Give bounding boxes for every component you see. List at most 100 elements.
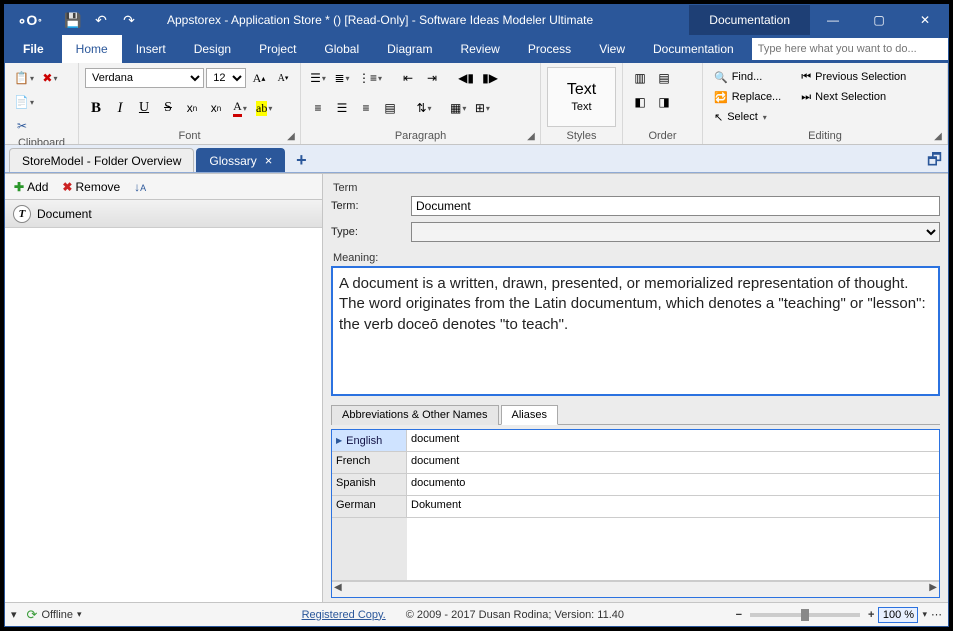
send-back-button[interactable]: ◨: [653, 91, 675, 113]
tab-documentation[interactable]: Documentation: [639, 35, 748, 63]
align-right-button[interactable]: ≡: [355, 97, 377, 119]
zoom-dropdown[interactable]: ▾: [922, 609, 927, 620]
tab-project[interactable]: Project: [245, 35, 310, 63]
alias-row[interactable]: Frenchdocument: [332, 452, 939, 474]
plus-icon: ✚: [14, 180, 24, 194]
shrink-font-button[interactable]: A▾: [272, 67, 294, 89]
bring-forward-button[interactable]: ▥: [629, 67, 651, 89]
font-launcher[interactable]: ◢: [284, 129, 298, 143]
alias-value[interactable]: documento: [407, 474, 939, 495]
superscript-button[interactable]: xn: [205, 97, 227, 119]
underline-button[interactable]: U: [133, 97, 155, 119]
registered-link[interactable]: Registered Copy.: [302, 609, 386, 621]
strikethrough-button[interactable]: S: [157, 97, 179, 119]
alias-value[interactable]: document: [407, 430, 939, 451]
bold-button[interactable]: B: [85, 97, 107, 119]
documentation-pill[interactable]: Documentation: [689, 5, 810, 35]
increase-indent-button[interactable]: ⇥: [421, 67, 443, 89]
doctab-store-model[interactable]: StoreModel - Folder Overview: [9, 148, 194, 172]
zoom-more[interactable]: ⋯: [931, 608, 942, 621]
indent-button[interactable]: ▮▶: [479, 67, 501, 89]
new-tab-button[interactable]: +: [291, 150, 311, 170]
grow-font-button[interactable]: A▴: [248, 67, 270, 89]
tab-global[interactable]: Global: [310, 35, 373, 63]
highlight-button[interactable]: ab: [253, 97, 275, 119]
align-center-button[interactable]: ☰: [331, 97, 353, 119]
save-button[interactable]: 💾: [61, 9, 85, 31]
tab-diagram[interactable]: Diagram: [373, 35, 446, 63]
sort-button[interactable]: ↓A: [131, 179, 149, 195]
font-color-button[interactable]: A: [229, 97, 251, 119]
close-icon[interactable]: ×: [265, 153, 273, 168]
subscript-button[interactable]: xn: [181, 97, 203, 119]
editing-launcher[interactable]: ◢: [931, 129, 945, 143]
zoom-slider[interactable]: [750, 613, 860, 617]
status-menu-icon[interactable]: ▾: [11, 608, 17, 621]
tab-process[interactable]: Process: [514, 35, 585, 63]
paragraph-launcher[interactable]: ◢: [524, 129, 538, 143]
term-list[interactable]: T Document: [5, 200, 322, 602]
send-backward-button[interactable]: ▤: [653, 67, 675, 89]
text-style-button[interactable]: Text Text: [547, 67, 616, 127]
tab-view[interactable]: View: [585, 35, 639, 63]
subtab-aliases[interactable]: Aliases: [501, 405, 558, 425]
bring-front-button[interactable]: ◧: [629, 91, 651, 113]
tab-design[interactable]: Design: [180, 35, 245, 63]
select-button[interactable]: ↖Select: [709, 107, 786, 127]
previous-selection-button[interactable]: ⏮Previous Selection: [796, 67, 911, 87]
alias-value[interactable]: document: [407, 452, 939, 473]
align-left-button[interactable]: ≡: [307, 97, 329, 119]
doctab-glossary[interactable]: Glossary×: [196, 148, 285, 172]
alias-row[interactable]: Spanishdocumento: [332, 474, 939, 496]
redo-button[interactable]: ↷: [117, 9, 141, 31]
alias-grid[interactable]: EnglishdocumentFrenchdocumentSpanishdocu…: [331, 429, 940, 598]
maximize-button[interactable]: ▢: [856, 5, 902, 35]
alias-value[interactable]: Dokument: [407, 496, 939, 517]
add-term-button[interactable]: ✚Add: [11, 179, 51, 195]
close-button[interactable]: ✕: [902, 5, 948, 35]
next-selection-button[interactable]: ⏭Next Selection: [796, 87, 911, 107]
type-select[interactable]: [411, 222, 940, 242]
offline-button[interactable]: ⟳ Offline ▾: [27, 607, 82, 623]
tab-home[interactable]: Home: [62, 35, 122, 63]
borders-button[interactable]: ▦: [447, 97, 469, 119]
line-spacing-button[interactable]: ⇅: [413, 97, 435, 119]
font-size-combo[interactable]: 12: [206, 68, 246, 88]
term-item-document[interactable]: T Document: [5, 200, 322, 228]
find-button[interactable]: 🔍Find...: [709, 67, 786, 87]
tab-insert[interactable]: Insert: [122, 35, 180, 63]
zoom-in-button[interactable]: +: [868, 609, 874, 621]
outdent-button[interactable]: ◀▮: [455, 67, 477, 89]
numbering-button[interactable]: ≣: [331, 67, 353, 89]
scissors-icon[interactable]: ✂: [11, 115, 33, 137]
float-window-button[interactable]: 🗗: [927, 149, 942, 176]
tab-review[interactable]: Review: [446, 35, 513, 63]
copy-button[interactable]: 📄: [11, 91, 37, 113]
decrease-indent-button[interactable]: ⇤: [397, 67, 419, 89]
justify-button[interactable]: ▤: [379, 97, 401, 119]
bullets-button[interactable]: ☰: [307, 67, 329, 89]
font-name-combo[interactable]: Verdana: [85, 68, 204, 88]
search-input[interactable]: [752, 38, 948, 60]
alias-row[interactable]: Englishdocument: [332, 430, 939, 452]
term-input[interactable]: [411, 196, 940, 216]
paste-button[interactable]: 📋: [11, 67, 37, 89]
zoom-value-input[interactable]: [878, 607, 918, 623]
meaning-textarea[interactable]: [331, 266, 940, 396]
undo-button[interactable]: ↶: [89, 9, 113, 31]
cut-button[interactable]: ✖: [39, 67, 61, 89]
tab-file[interactable]: File: [5, 35, 62, 63]
alias-row[interactable]: GermanDokument: [332, 496, 939, 518]
replace-button[interactable]: 🔁Replace...: [709, 87, 786, 107]
subtab-abbreviations[interactable]: Abbreviations & Other Names: [331, 405, 499, 425]
italic-button[interactable]: I: [109, 97, 131, 119]
table-button[interactable]: ⊞: [471, 97, 493, 119]
alias-scrollbar[interactable]: ◀▶: [332, 581, 939, 597]
remove-term-button[interactable]: ✖Remove: [59, 179, 123, 195]
minimize-button[interactable]: —: [810, 5, 856, 35]
next-icon: ⏭: [801, 91, 811, 104]
copyright-text: © 2009 - 2017 Dusan Rodina; Version: 11.…: [406, 609, 624, 621]
zoom-out-button[interactable]: −: [736, 609, 742, 621]
window-controls: — ▢ ✕: [810, 5, 948, 35]
multilevel-button[interactable]: ⋮≡: [355, 67, 385, 89]
